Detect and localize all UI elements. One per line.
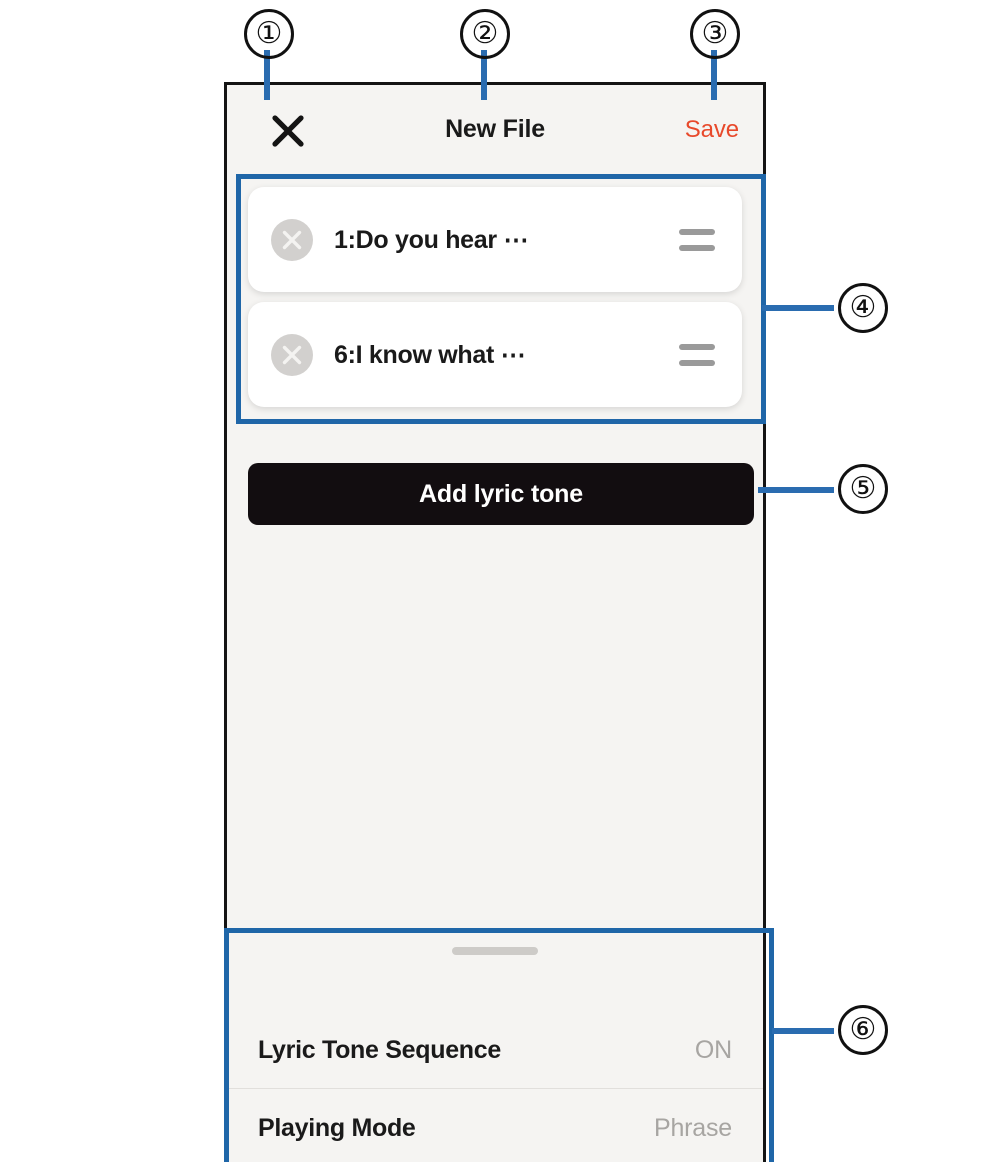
callout-number: ③ — [701, 17, 729, 50]
phone-screen-frame: New File Save 1:Do you hear ⋯ 6:I know w… — [224, 82, 766, 1162]
save-button[interactable]: Save — [685, 116, 739, 144]
page-title: New File — [445, 115, 545, 143]
leader-line-4 — [762, 305, 834, 311]
sheet-grabber-icon[interactable] — [452, 947, 538, 955]
add-lyric-tone-button[interactable]: Add lyric tone — [248, 463, 754, 525]
setting-value: ON — [694, 1036, 732, 1064]
setting-row-playing-mode[interactable]: Playing Mode Phrase — [227, 1090, 763, 1162]
callout-marker-6: ⑥ — [838, 1005, 888, 1055]
callout-number: ⑥ — [849, 1013, 877, 1046]
setting-label: Lyric Tone Sequence — [258, 1036, 501, 1064]
list-item-label: 1:Do you hear ⋯ — [334, 225, 529, 254]
circle-x-icon[interactable] — [270, 218, 314, 262]
setting-row-lyric-tone-sequence[interactable]: Lyric Tone Sequence ON — [227, 1013, 763, 1089]
list-item[interactable]: 6:I know what ⋯ — [248, 302, 742, 407]
app-bar: New File Save — [227, 85, 763, 177]
callout-number: ④ — [849, 291, 877, 324]
list-item-label: 6:I know what ⋯ — [334, 340, 526, 369]
lyric-tone-list: 1:Do you hear ⋯ 6:I know what ⋯ — [227, 177, 763, 417]
setting-value: Phrase — [653, 1113, 732, 1142]
callout-marker-4: ④ — [838, 283, 888, 333]
callout-marker-5: ⑤ — [838, 464, 888, 514]
callout-number: ⑤ — [849, 472, 877, 505]
setting-label: Playing Mode — [258, 1113, 416, 1142]
list-item[interactable]: 1:Do you hear ⋯ — [248, 187, 742, 292]
callout-marker-2: ② — [460, 9, 510, 59]
callout-marker-3: ③ — [690, 9, 740, 59]
callout-marker-1: ① — [244, 9, 294, 59]
leader-line-5 — [758, 487, 834, 493]
circle-x-icon[interactable] — [270, 333, 314, 377]
drag-handle-icon[interactable] — [679, 228, 715, 251]
bottom-settings-sheet: Lyric Tone Sequence ON Playing Mode Phra… — [227, 929, 763, 1162]
drag-handle-icon[interactable] — [679, 343, 715, 366]
leader-line-6 — [772, 1028, 834, 1034]
callout-number: ① — [255, 17, 283, 50]
callout-number: ② — [471, 17, 499, 50]
